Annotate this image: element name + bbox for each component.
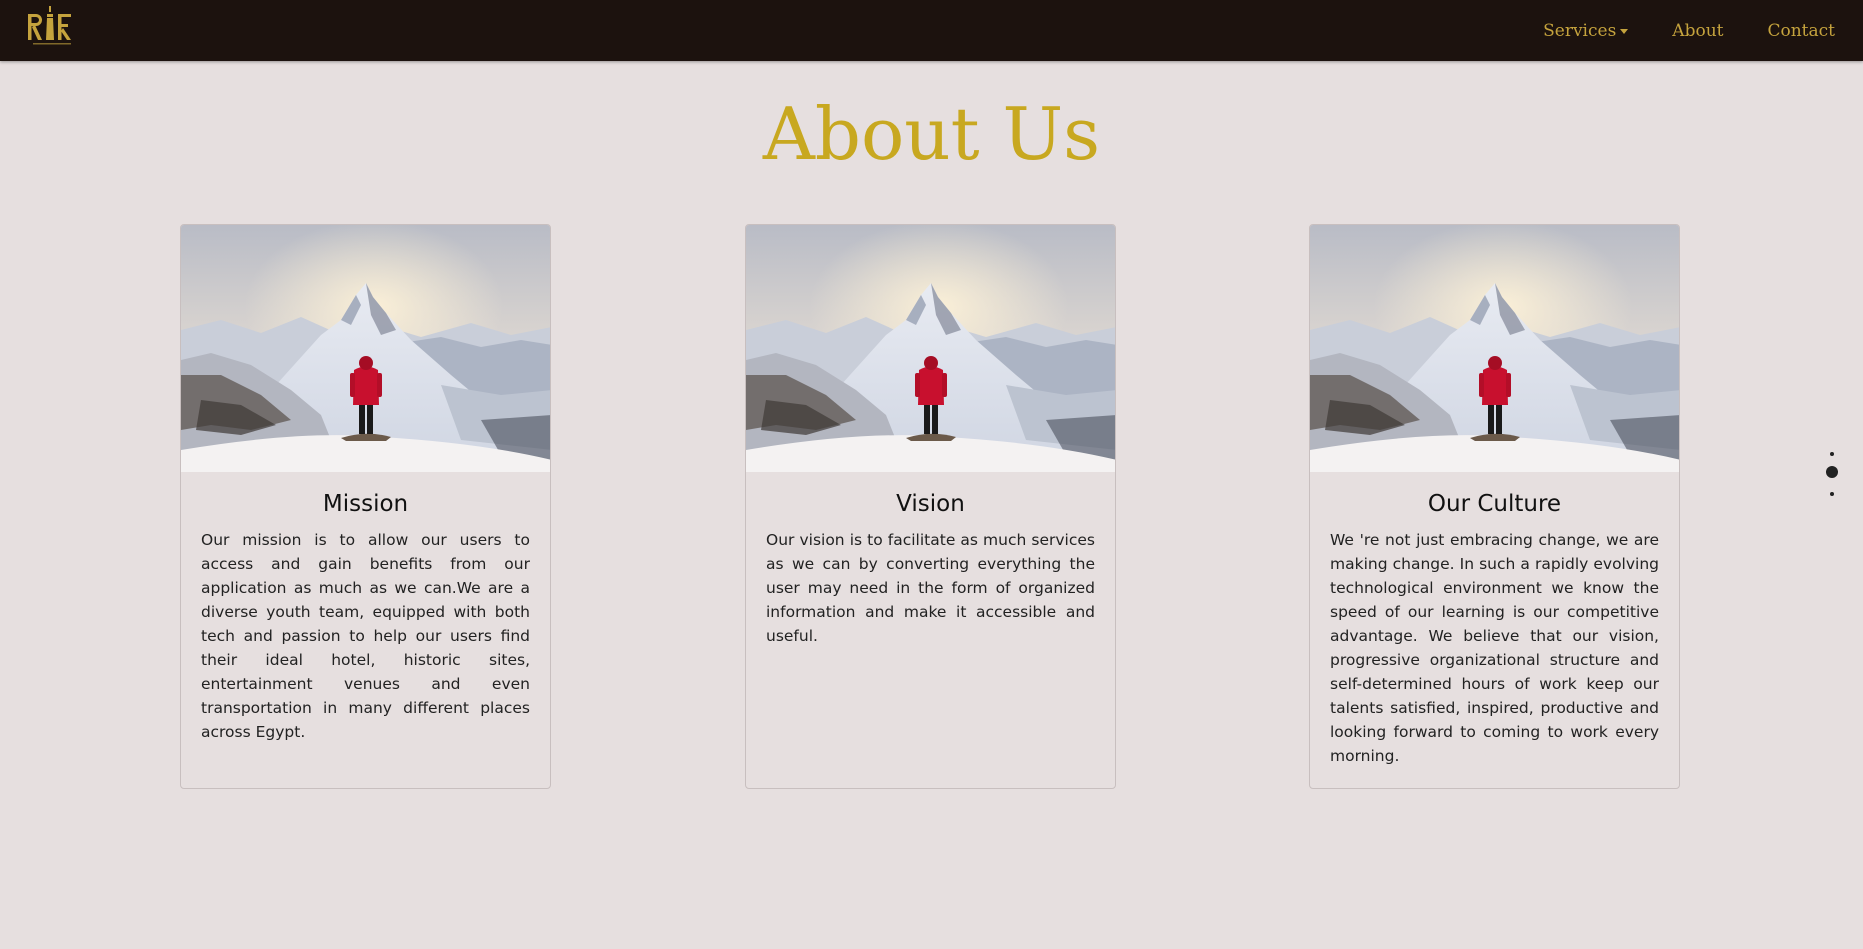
card-text: We 're not just embracing change, we are…	[1330, 531, 1659, 765]
pagination-dot[interactable]	[1830, 452, 1834, 456]
card-title: Mission	[322, 491, 409, 517]
card-text: Our mission is to allow our users to acc…	[201, 531, 530, 741]
card-title: Vision	[896, 491, 965, 517]
nav-services-label: Services	[1543, 20, 1617, 41]
section-pagination-dots	[1826, 450, 1838, 502]
pagination-dot[interactable]	[1830, 492, 1834, 496]
card-text: Our vision is to facilitate as much serv…	[766, 531, 1095, 645]
nav-contact-link[interactable]: Contact	[1767, 21, 1835, 41]
nav-links: Services About Contact	[1499, 0, 1835, 61]
nav-about-link[interactable]: About	[1672, 21, 1723, 41]
page-title: About Us	[762, 92, 1101, 176]
card-our-culture: Our Culture We 're not just embracing ch…	[1309, 224, 1680, 789]
mountain-hiker-image	[181, 225, 550, 472]
logo[interactable]	[25, 4, 79, 48]
card-vision: Vision Our vision is to facilitate as mu…	[745, 224, 1116, 789]
navbar: Services About Contact	[0, 0, 1863, 61]
mountain-hiker-image	[1310, 225, 1679, 472]
card-title: Our Culture	[1427, 491, 1562, 517]
pagination-dot-active[interactable]	[1826, 466, 1838, 478]
card-mission: Mission Our mission is to allow our user…	[180, 224, 551, 789]
logo-icon	[28, 6, 71, 45]
mountain-hiker-image	[746, 225, 1115, 472]
caret-down-icon	[1620, 28, 1629, 34]
nav-services-dropdown[interactable]: Services	[1543, 20, 1629, 41]
